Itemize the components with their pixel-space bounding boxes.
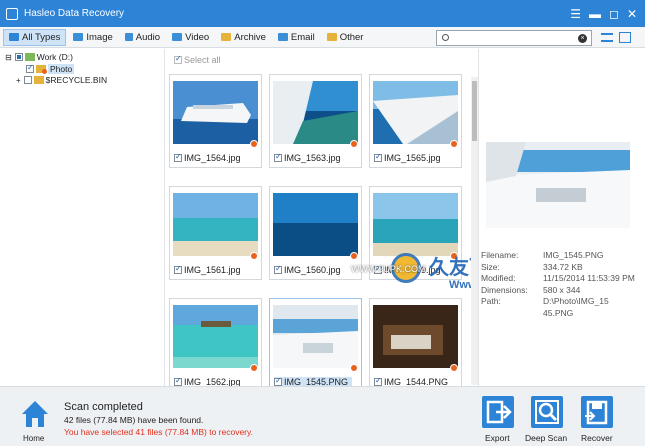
warning-badge-icon <box>450 140 458 148</box>
preview-image <box>486 142 630 228</box>
warning-badge-icon <box>250 140 258 148</box>
deep-scan-label[interactable]: Deep Scan <box>525 433 567 443</box>
recover-label[interactable]: Recover <box>581 433 613 443</box>
thumbnail <box>173 193 258 256</box>
thumbnail <box>273 305 358 368</box>
title-bar: Hasleo Data Recovery ☰ ▬ ◻ ✕ <box>0 0 645 27</box>
warning-badge-icon <box>450 364 458 372</box>
tab-all-types[interactable]: All Types <box>3 28 67 46</box>
thumbnail <box>373 81 458 144</box>
scan-status-title: Scan completed <box>64 401 143 413</box>
music-note-icon <box>124 33 133 41</box>
magnifier-icon <box>535 400 559 424</box>
thumbnail <box>373 193 458 256</box>
grid-scrollbar[interactable] <box>471 77 478 385</box>
home-label[interactable]: Home <box>23 434 44 443</box>
file-checkbox[interactable] <box>374 376 382 386</box>
list-view-icon[interactable] <box>601 33 613 42</box>
minimize-icon[interactable]: ▬ <box>589 7 601 21</box>
file-card[interactable]: IMG_1564.jpg <box>169 74 262 168</box>
file-checkbox[interactable] <box>274 264 282 274</box>
video-icon <box>172 33 183 41</box>
collapse-icon[interactable]: ⊟ <box>5 53 12 62</box>
maximize-icon[interactable]: ◻ <box>609 7 619 21</box>
preview-panel: Filename: IMG_1545.PNG Size: 334.72 KB Mod… <box>478 49 645 386</box>
file-card[interactable]: IMG_1562.jpg <box>169 298 262 392</box>
recover-icon <box>585 400 608 425</box>
tree-node-recycle[interactable]: + $RECYCLE.BIN <box>16 74 107 86</box>
email-icon <box>277 33 288 41</box>
select-all-checkbox[interactable] <box>174 54 182 64</box>
drive-icon <box>24 53 35 61</box>
tab-image[interactable]: Image <box>68 29 117 46</box>
clear-search-icon[interactable]: × <box>578 34 587 43</box>
folder-icon <box>36 65 47 74</box>
tab-video[interactable]: Video <box>167 29 214 46</box>
expand-icon[interactable]: + <box>16 76 21 85</box>
tab-archive[interactable]: Archive <box>216 29 271 46</box>
archive-icon <box>221 33 232 41</box>
files-selected-text: You have selected 41 files (77.84 MB) to… <box>64 427 253 437</box>
status-bar: Home Scan completed 42 files (77.84 MB) … <box>0 386 645 446</box>
export-button[interactable] <box>482 396 514 428</box>
file-card[interactable]: IMG_1561.jpg <box>169 186 262 280</box>
thumbnail <box>273 81 358 144</box>
folder-icon <box>326 33 337 41</box>
file-metadata: Filename: IMG_1545.PNG Size: 334.72 KB Mod… <box>481 250 635 318</box>
menu-icon[interactable]: ☰ <box>570 7 581 21</box>
export-label[interactable]: Export <box>485 433 510 443</box>
search-input[interactable] <box>453 32 571 44</box>
close-icon[interactable]: ✕ <box>627 7 637 21</box>
select-all[interactable]: Select all <box>174 54 221 65</box>
panel-view-icon[interactable] <box>619 32 631 43</box>
tab-email[interactable]: Email <box>273 29 320 46</box>
warning-badge-icon <box>250 252 258 260</box>
file-checkbox[interactable] <box>174 376 182 386</box>
files-found-text: 42 files (77.84 MB) have been found. <box>64 415 204 425</box>
recover-button[interactable] <box>581 396 613 428</box>
app-icon <box>6 7 18 20</box>
tree-checkbox-drive[interactable] <box>14 53 23 61</box>
scroll-thumb[interactable] <box>472 81 477 141</box>
file-card[interactable]: IMG_1563.jpg <box>269 74 362 168</box>
thumbnail <box>373 305 458 368</box>
image-icon <box>73 33 84 41</box>
thumbnail <box>273 193 358 256</box>
thumbnail <box>173 305 258 368</box>
home-icon[interactable] <box>20 399 50 429</box>
file-checkbox[interactable] <box>374 152 382 162</box>
warning-badge-icon <box>350 140 358 148</box>
tree-node-drive[interactable]: ⊟ Work (D:) <box>5 51 73 63</box>
export-icon <box>486 400 512 424</box>
file-checkbox[interactable] <box>274 152 282 162</box>
file-card[interactable]: IMG_1565.jpg <box>369 74 462 168</box>
folder-icon <box>33 76 44 84</box>
file-card-selected[interactable]: IMG_1545.PNG <box>269 298 362 392</box>
warning-badge-icon <box>350 364 358 372</box>
folder-tree: ⊟ Work (D:) Photo + $RECYCLE.BIN <box>0 49 165 386</box>
file-checkbox[interactable] <box>174 264 182 274</box>
window-title: Hasleo Data Recovery <box>24 8 125 19</box>
file-grid: Select all IMG_1564.jpg IMG_1563.jpg IMG… <box>166 49 536 392</box>
tab-audio[interactable]: Audio <box>120 29 165 46</box>
type-filter-toolbar: All Types Image Audio Video Archive Emai… <box>0 27 645 48</box>
file-checkbox[interactable] <box>174 152 182 162</box>
file-card[interactable]: IMG_1544.PNG <box>369 298 462 392</box>
deep-scan-button[interactable] <box>531 396 563 428</box>
all-types-icon <box>9 33 19 41</box>
file-checkbox[interactable] <box>274 376 282 386</box>
warning-badge-icon <box>250 364 258 372</box>
tab-other[interactable]: Other <box>322 29 369 46</box>
thumbnail <box>173 81 258 144</box>
tree-checkbox-recycle[interactable] <box>23 76 32 84</box>
watermark-url-small: WWW.9UPK.COM <box>351 264 426 274</box>
tree-checkbox-photo[interactable] <box>26 63 34 73</box>
search-box[interactable]: × <box>436 30 592 46</box>
search-icon <box>442 34 449 41</box>
